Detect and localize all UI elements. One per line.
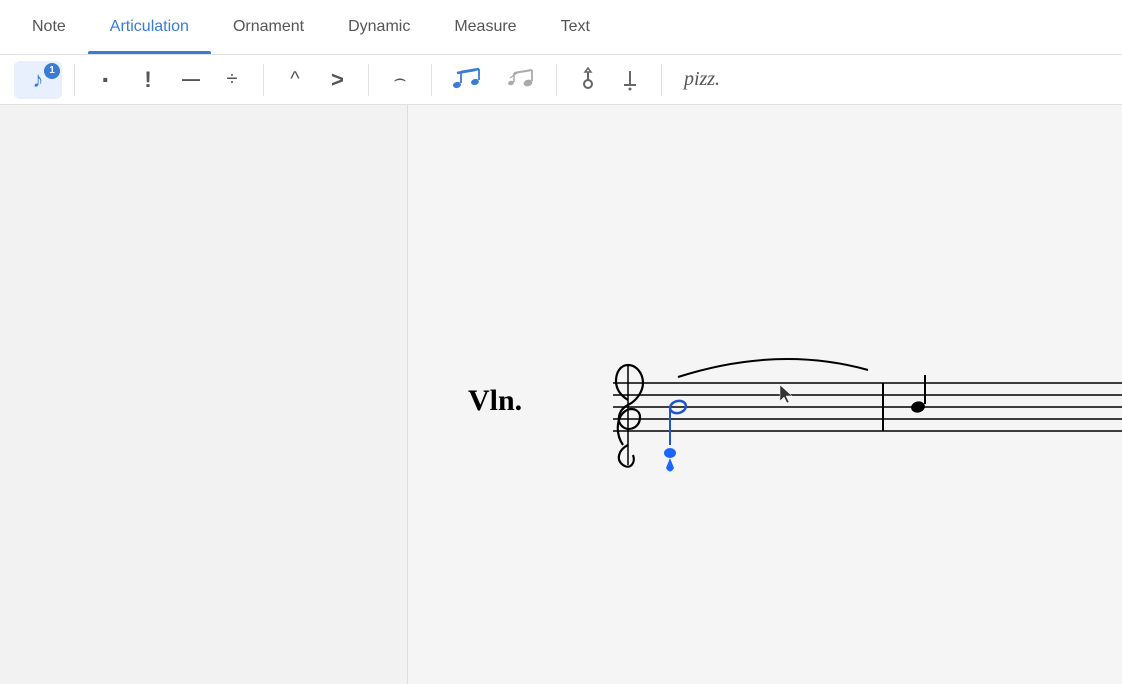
slur-notes-button[interactable] <box>444 61 492 99</box>
left-hand-pizzicato-button[interactable] <box>611 61 649 99</box>
sidebar <box>0 105 408 684</box>
fermata-icon: ⌢ <box>393 68 406 91</box>
slur-group <box>438 61 550 99</box>
divider-1 <box>74 64 75 96</box>
articulation-group-2: ^ > <box>270 61 362 99</box>
accent-button[interactable]: > <box>318 61 356 99</box>
accent-icon: > <box>331 67 344 93</box>
grace-notes-icon <box>501 65 539 95</box>
svg-text:Vln.: Vln. <box>468 384 522 417</box>
tenuto-button[interactable]: — <box>171 61 209 99</box>
score-area[interactable]: Vln. <box>408 105 1122 684</box>
main-area: Vln. <box>0 105 1122 684</box>
note-icon: ♪ <box>33 67 44 93</box>
divider-2 <box>263 64 264 96</box>
portato-button[interactable]: ÷ <box>213 61 251 99</box>
tab-bar: Note Articulation Ornament Dynamic Measu… <box>0 0 1122 55</box>
tab-dynamic[interactable]: Dynamic <box>326 0 432 54</box>
tab-ornament[interactable]: Ornament <box>211 0 326 54</box>
note-button[interactable]: ♪ 1 <box>14 61 62 99</box>
toolbar: ♪ 1 · ! — ÷ ^ > <box>0 55 1122 105</box>
fermata-button[interactable]: ⌢ <box>381 61 419 99</box>
note-badge: 1 <box>44 63 60 79</box>
divider-6 <box>661 64 662 96</box>
left-hand-pizzicato-icon <box>617 67 643 93</box>
music-notation: Vln. <box>468 335 1122 585</box>
slur-notes-icon <box>449 65 487 95</box>
grace-notes-button[interactable] <box>496 61 544 99</box>
staccato-button[interactable]: · <box>87 61 125 99</box>
pizz-text-label: pizz. <box>684 68 720 91</box>
divider-4 <box>431 64 432 96</box>
marcato-button[interactable]: ^ <box>276 61 314 99</box>
tab-measure[interactable]: Measure <box>432 0 538 54</box>
pizz-group <box>563 61 655 99</box>
articulation-group-1: · ! — ÷ <box>81 61 257 99</box>
pizz-text-group: pizz. <box>668 61 736 99</box>
divider-5 <box>556 64 557 96</box>
tenuto-icon: — <box>182 69 198 90</box>
staccatissimo-icon: ! <box>144 67 151 93</box>
portato-icon: ÷ <box>227 68 238 91</box>
tab-text[interactable]: Text <box>539 0 612 54</box>
cursor <box>778 383 796 410</box>
staccatissimo-button[interactable]: ! <box>129 61 167 99</box>
staccato-icon: · <box>101 66 110 94</box>
note-group: ♪ 1 <box>8 61 68 99</box>
pizz-text-button[interactable]: pizz. <box>674 61 730 99</box>
marcato-icon: ^ <box>290 68 299 91</box>
snap-pizzicato-icon <box>575 67 601 93</box>
snap-pizzicato-button[interactable] <box>569 61 607 99</box>
fermata-group: ⌢ <box>375 61 425 99</box>
divider-3 <box>368 64 369 96</box>
tab-note[interactable]: Note <box>10 0 88 54</box>
tab-articulation[interactable]: Articulation <box>88 0 211 54</box>
